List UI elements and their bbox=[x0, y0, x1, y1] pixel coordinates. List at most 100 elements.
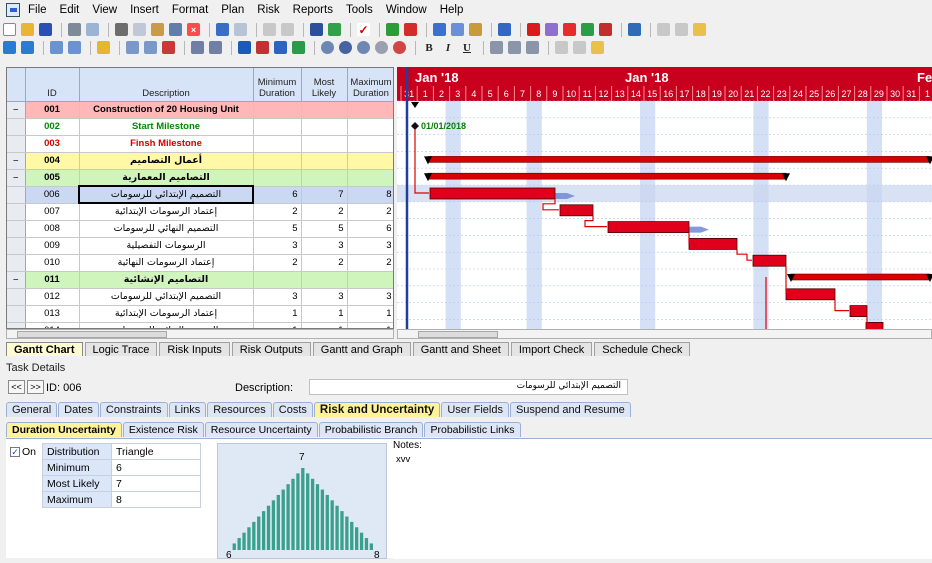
cell-description[interactable]: Start Milestone bbox=[79, 118, 254, 136]
row-collapse-toggle[interactable]: – bbox=[7, 152, 26, 170]
cell-maximum-duration[interactable]: 3 bbox=[347, 288, 393, 306]
filter-add-icon[interactable] bbox=[144, 41, 157, 54]
table-row[interactable]: 010 إعتماد الرسومات النهائية 2 2 2 bbox=[7, 254, 393, 272]
highlight-icon[interactable] bbox=[97, 41, 110, 54]
cell-most-likely[interactable]: 7 bbox=[301, 186, 348, 204]
cell-minimum-duration[interactable]: 3 bbox=[253, 288, 302, 306]
cell-minimum-duration[interactable]: 3 bbox=[253, 237, 302, 255]
subtab-existence-risk[interactable]: Existence Risk bbox=[122, 422, 204, 437]
cell-id[interactable]: 014 bbox=[25, 322, 80, 328]
menu-format[interactable]: Format bbox=[172, 4, 208, 16]
cell-most-likely[interactable] bbox=[301, 118, 348, 136]
cell-minimum-duration[interactable] bbox=[253, 101, 302, 119]
tab-schedule-check[interactable]: Schedule Check bbox=[594, 342, 691, 356]
critical-path-icon[interactable] bbox=[256, 41, 269, 54]
zoom-fit-icon[interactable] bbox=[693, 23, 706, 36]
sort-az-icon[interactable] bbox=[209, 41, 222, 54]
detail-tab-links[interactable]: Links bbox=[168, 402, 207, 417]
cell-maximum-duration[interactable] bbox=[347, 101, 393, 119]
cell-description[interactable]: التصاميم المعمارية bbox=[79, 169, 254, 187]
cell-maximum-duration[interactable]: 6 bbox=[347, 220, 393, 238]
cell-description[interactable]: إعتماد الرسومات النهائية bbox=[79, 254, 254, 272]
cell-minimum-duration[interactable]: 2 bbox=[253, 203, 302, 221]
cell-id[interactable]: 011 bbox=[25, 271, 80, 289]
header-id[interactable]: ID bbox=[25, 68, 80, 102]
cell-minimum-duration[interactable]: 2 bbox=[253, 254, 302, 272]
cut-icon[interactable] bbox=[115, 23, 128, 36]
cell-id[interactable]: 008 bbox=[25, 220, 80, 238]
settings-icon[interactable] bbox=[498, 23, 511, 36]
zoom-out-icon[interactable] bbox=[675, 23, 688, 36]
zoom-all-icon[interactable] bbox=[591, 41, 604, 54]
zoom-out-2-icon[interactable] bbox=[573, 41, 586, 54]
cell-id[interactable]: 012 bbox=[25, 288, 80, 306]
cell-maximum-duration[interactable]: 1 bbox=[347, 322, 393, 328]
underline-icon[interactable]: U bbox=[460, 41, 474, 54]
cell-description[interactable]: التصاميم الإنشائية bbox=[79, 271, 254, 289]
cell-description[interactable]: Finsh Milestone bbox=[79, 135, 254, 153]
header-minimum-duration[interactable]: Minimum Duration bbox=[253, 68, 302, 102]
cell-most-likely[interactable]: 3 bbox=[301, 288, 348, 306]
cell-minimum-duration[interactable] bbox=[253, 118, 302, 136]
calendar-icon[interactable] bbox=[310, 23, 323, 36]
cell-description[interactable]: التصميم النهائي للرسومات bbox=[79, 322, 254, 328]
menu-tools[interactable]: Tools bbox=[346, 4, 373, 16]
subtab-duration-uncertainty[interactable]: Duration Uncertainty bbox=[6, 422, 122, 437]
tab-gantt-and-sheet[interactable]: Gantt and Sheet bbox=[412, 342, 509, 356]
cell-id[interactable]: 007 bbox=[25, 203, 80, 221]
app-icon[interactable] bbox=[6, 3, 20, 17]
cell-description[interactable]: إعتماد الرسومات الإبتدائية bbox=[79, 203, 254, 221]
cell-most-likely[interactable]: 2 bbox=[301, 203, 348, 221]
property-value[interactable]: 7 bbox=[111, 475, 201, 492]
baseline-icon[interactable] bbox=[292, 41, 305, 54]
subtab-probabilistic-branch[interactable]: Probabilistic Branch bbox=[318, 422, 424, 437]
cell-description[interactable]: الرسومات التفصيلية bbox=[79, 237, 254, 255]
description-field[interactable]: التصميم الإبتدائي للرسومات bbox=[309, 379, 628, 395]
cell-most-likely[interactable] bbox=[301, 152, 348, 170]
row-collapse-toggle[interactable] bbox=[7, 118, 26, 136]
grid-horizontal-scrollbar[interactable] bbox=[6, 329, 394, 339]
menu-window[interactable]: Window bbox=[386, 4, 427, 16]
cell-most-likely[interactable] bbox=[301, 169, 348, 187]
row-collapse-toggle[interactable]: – bbox=[7, 169, 26, 187]
row-collapse-toggle[interactable] bbox=[7, 203, 26, 221]
row-collapse-toggle[interactable] bbox=[7, 254, 26, 272]
row-collapse-toggle[interactable] bbox=[7, 220, 26, 238]
sort-icon[interactable] bbox=[191, 41, 204, 54]
menu-reports[interactable]: Reports bbox=[293, 4, 333, 16]
row-collapse-toggle[interactable]: – bbox=[7, 101, 26, 119]
cell-maximum-duration[interactable] bbox=[347, 271, 393, 289]
check-icon[interactable]: ✓ bbox=[357, 23, 370, 37]
table-row[interactable]: 007 إعتماد الرسومات الإبتدائية 2 2 2 bbox=[7, 203, 393, 221]
cell-maximum-duration[interactable] bbox=[347, 169, 393, 187]
cell-most-likely[interactable] bbox=[301, 271, 348, 289]
cell-description[interactable]: التصميم الإبتدائي للرسومات bbox=[79, 288, 254, 306]
detail-tab-costs[interactable]: Costs bbox=[272, 402, 313, 417]
risk-analysis-icon[interactable] bbox=[433, 23, 446, 36]
cell-description[interactable]: أعمال التصاميم bbox=[79, 152, 254, 170]
menu-view[interactable]: View bbox=[92, 4, 117, 16]
gantt-icon[interactable] bbox=[238, 41, 251, 54]
italic-icon[interactable]: I bbox=[441, 41, 455, 54]
forward-icon[interactable] bbox=[21, 41, 34, 54]
cell-most-likely[interactable]: 1 bbox=[301, 305, 348, 323]
new-icon[interactable] bbox=[3, 23, 16, 36]
scurve-icon[interactable] bbox=[545, 23, 558, 36]
cell-maximum-duration[interactable]: 2 bbox=[347, 203, 393, 221]
filter-clear-icon[interactable] bbox=[162, 41, 175, 54]
tab-gantt-and-graph[interactable]: Gantt and Graph bbox=[312, 342, 411, 356]
cell-minimum-duration[interactable]: 6 bbox=[253, 186, 302, 204]
detail-tab-user-fields[interactable]: User Fields bbox=[441, 402, 509, 417]
link-icon[interactable] bbox=[263, 23, 276, 36]
cell-most-likely[interactable]: 1 bbox=[301, 322, 348, 328]
circle-icon-5[interactable] bbox=[393, 41, 406, 54]
align-right-icon[interactable] bbox=[526, 41, 539, 54]
table-row[interactable]: 013 إعتماد الرسومات الإبتدائية 1 1 1 bbox=[7, 305, 393, 323]
cell-minimum-duration[interactable]: 1 bbox=[253, 322, 302, 328]
menu-file[interactable]: File bbox=[28, 4, 47, 16]
table-row[interactable]: 012 التصميم الإبتدائي للرسومات 3 3 3 bbox=[7, 288, 393, 306]
table-row[interactable]: 009 الرسومات التفصيلية 3 3 3 bbox=[7, 237, 393, 255]
menu-help[interactable]: Help bbox=[440, 4, 464, 16]
row-collapse-toggle[interactable] bbox=[7, 288, 26, 306]
cell-description[interactable]: Construction of 20 Housing Unit bbox=[79, 101, 254, 119]
